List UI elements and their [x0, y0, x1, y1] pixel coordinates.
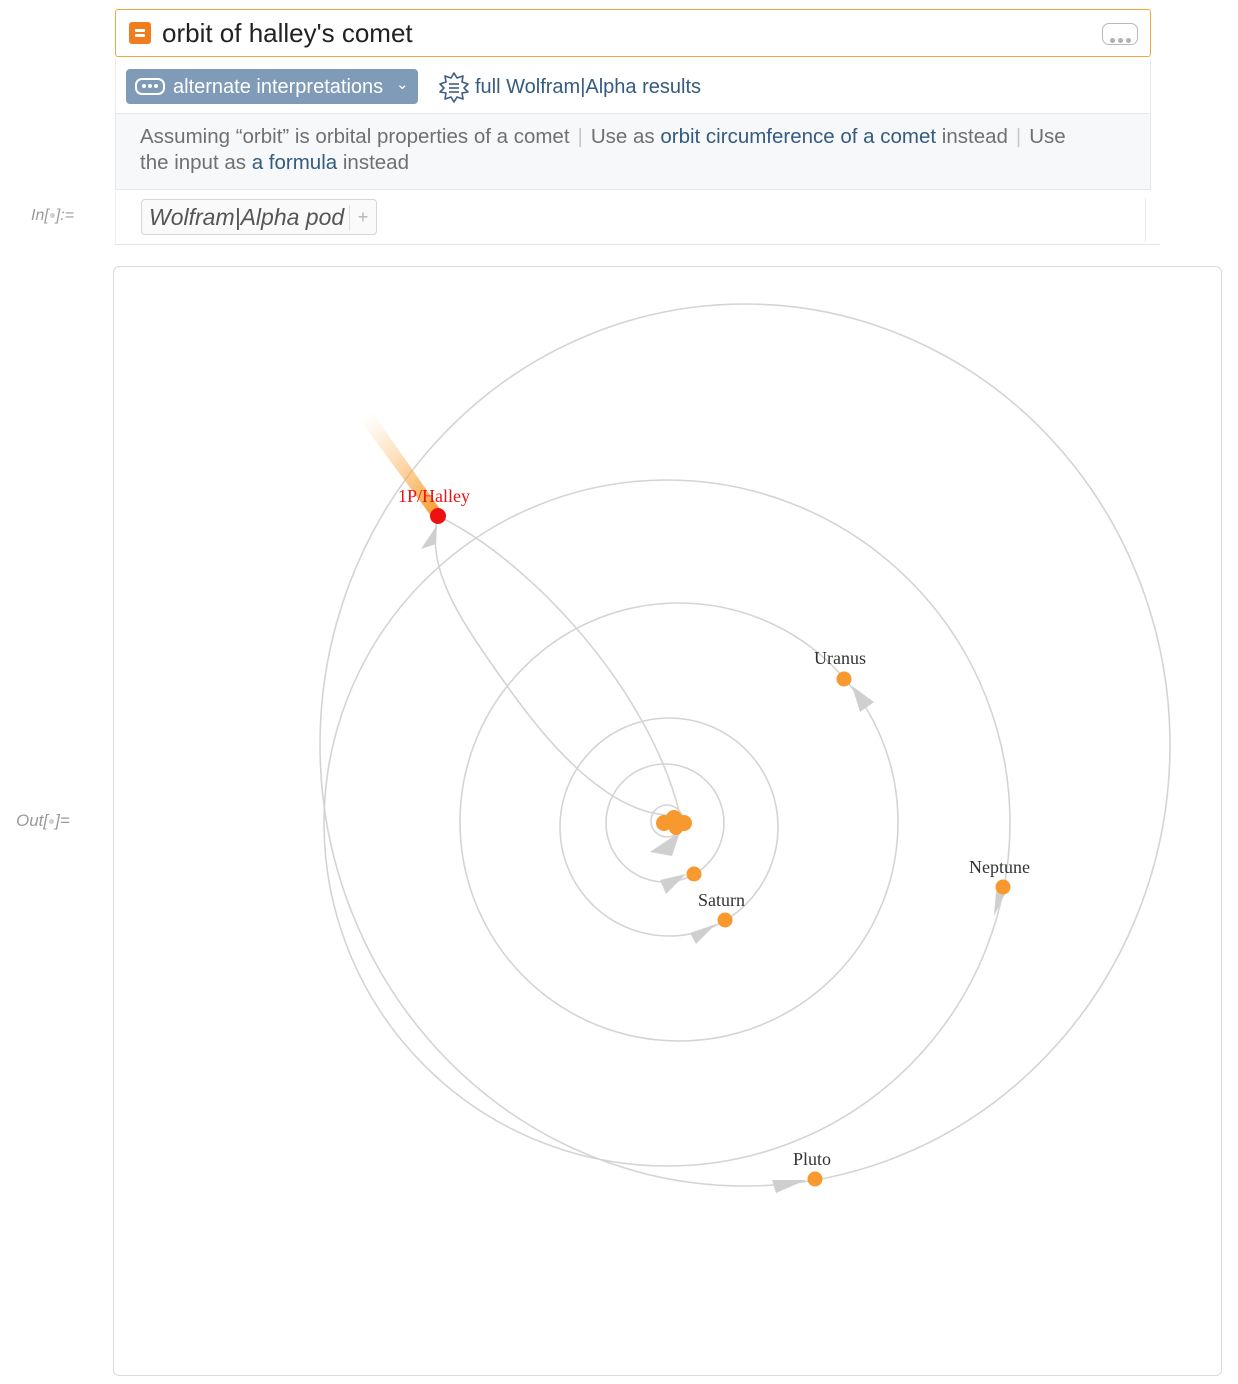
neptune-label: Neptune: [969, 857, 1030, 877]
neptune-planet: [995, 879, 1011, 895]
pluto-orbit: [319, 303, 1171, 1187]
pluto-planet: [807, 1171, 823, 1187]
jupiter-planet: [686, 866, 702, 882]
saturn-label: Saturn: [698, 890, 745, 910]
uranus-planet: [836, 671, 852, 687]
arrow-icon: [660, 874, 686, 894]
arrow-icon: [772, 1180, 806, 1193]
uranus-label: Uranus: [814, 648, 866, 668]
orbit-diagram: 1P/Halley Uranus Saturn Neptune Pluto: [319, 303, 1171, 1193]
arrow-icon: [650, 832, 680, 856]
halley-orbit: [434, 514, 681, 816]
pluto-label: Pluto: [793, 1149, 831, 1169]
halley-comet: [430, 508, 446, 524]
arrow-icon: [690, 924, 716, 944]
saturn-planet: [717, 912, 733, 928]
arrow-icon: [421, 525, 437, 549]
comet-label: 1P/Halley: [398, 486, 470, 506]
inner-planet: [669, 821, 683, 835]
arrow-icon: [852, 686, 874, 712]
